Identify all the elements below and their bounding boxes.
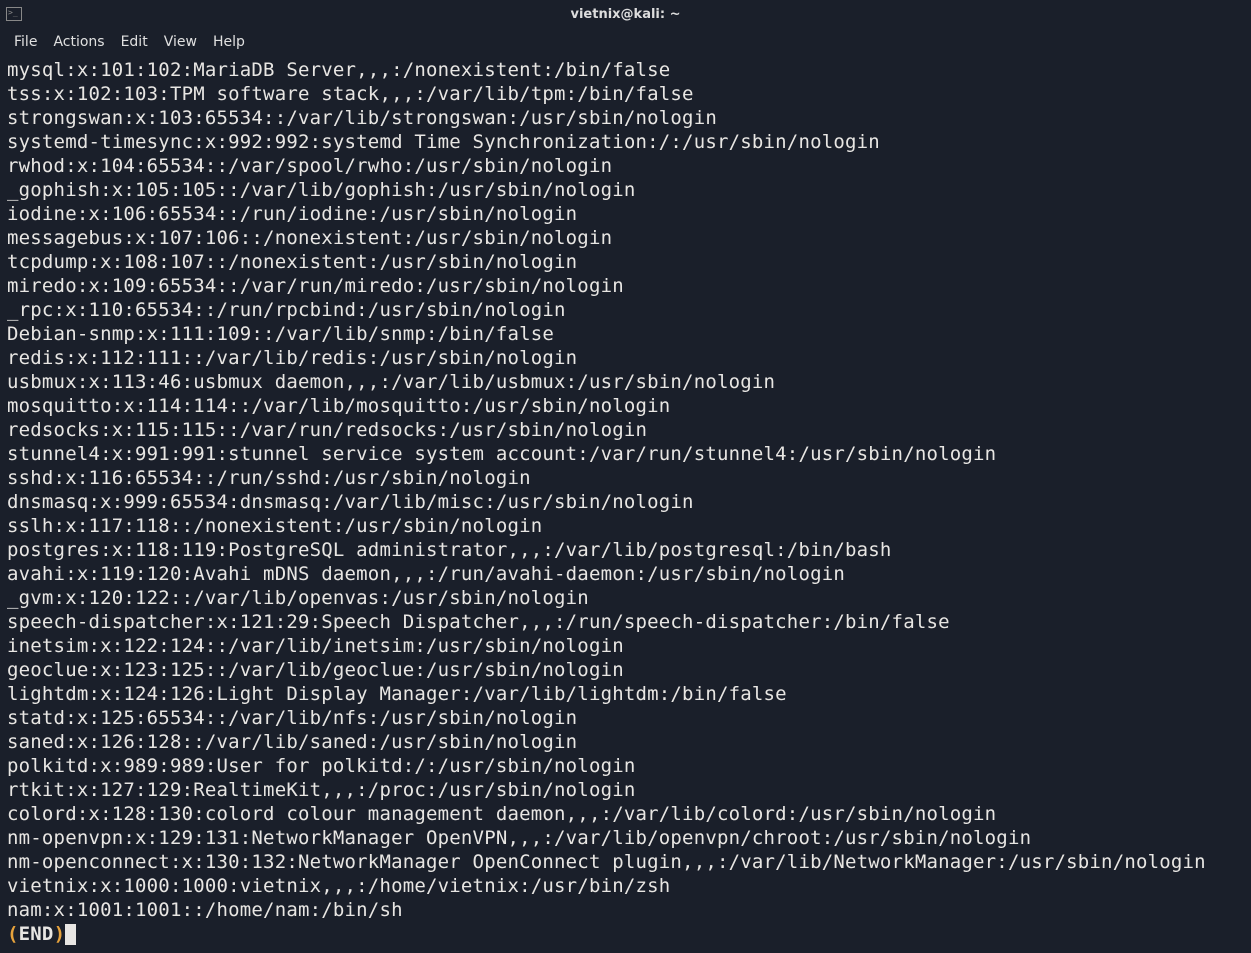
passwd-line: _gvm:x:120:122::/var/lib/openvas:/usr/sb… [7,586,1244,610]
passwd-line: statd:x:125:65534::/var/lib/nfs:/usr/sbi… [7,706,1244,730]
passwd-line: mysql:x:101:102:MariaDB Server,,,:/nonex… [7,58,1244,82]
passwd-line: tcpdump:x:108:107::/nonexistent:/usr/sbi… [7,250,1244,274]
passwd-line: inetsim:x:122:124::/var/lib/inetsim:/usr… [7,634,1244,658]
passwd-line: geoclue:x:123:125::/var/lib/geoclue:/usr… [7,658,1244,682]
passwd-line: redis:x:112:111::/var/lib/redis:/usr/sbi… [7,346,1244,370]
titlebar: vietnix@kali: ~ [0,0,1251,28]
passwd-line: messagebus:x:107:106::/nonexistent:/usr/… [7,226,1244,250]
passwd-line: _rpc:x:110:65534::/run/rpcbind:/usr/sbin… [7,298,1244,322]
passwd-line: postgres:x:118:119:PostgreSQL administra… [7,538,1244,562]
passwd-line: strongswan:x:103:65534::/var/lib/strongs… [7,106,1244,130]
passwd-line: colord:x:128:130:colord colour managemen… [7,802,1244,826]
menu-edit[interactable]: Edit [113,30,156,54]
passwd-line: usbmux:x:113:46:usbmux daemon,,,:/var/li… [7,370,1244,394]
passwd-line: lightdm:x:124:126:Light Display Manager:… [7,682,1244,706]
passwd-line: nm-openconnect:x:130:132:NetworkManager … [7,850,1244,874]
pager-end-marker: (END) [7,923,65,945]
passwd-line: _gophish:x:105:105::/var/lib/gophish:/us… [7,178,1244,202]
menu-file[interactable]: File [6,30,45,54]
menu-help[interactable]: Help [205,30,253,54]
menu-view[interactable]: View [156,30,205,54]
passwd-line: iodine:x:106:65534::/run/iodine:/usr/sbi… [7,202,1244,226]
passwd-line: dnsmasq:x:999:65534:dnsmasq:/var/lib/mis… [7,490,1244,514]
cursor [65,924,76,945]
passwd-line: rwhod:x:104:65534::/var/spool/rwho:/usr/… [7,154,1244,178]
passwd-line: speech-dispatcher:x:121:29:Speech Dispat… [7,610,1244,634]
passwd-line: avahi:x:119:120:Avahi mDNS daemon,,,:/ru… [7,562,1244,586]
menubar: File Actions Edit View Help [0,28,1251,56]
passwd-line: nm-openvpn:x:129:131:NetworkManager Open… [7,826,1244,850]
terminal-icon [6,7,22,21]
passwd-line: nam:x:1001:1001::/home/nam:/bin/sh [7,898,1244,922]
passwd-line: tss:x:102:103:TPM software stack,,,:/var… [7,82,1244,106]
passwd-line: sslh:x:117:118::/nonexistent:/usr/sbin/n… [7,514,1244,538]
passwd-line: polkitd:x:989:989:User for polkitd:/:/us… [7,754,1244,778]
passwd-line: redsocks:x:115:115::/var/run/redsocks:/u… [7,418,1244,442]
passwd-line: rtkit:x:127:129:RealtimeKit,,,:/proc:/us… [7,778,1244,802]
passwd-line: stunnel4:x:991:991:stunnel service syste… [7,442,1244,466]
terminal-output[interactable]: mysql:x:101:102:MariaDB Server,,,:/nonex… [0,56,1251,948]
passwd-line: systemd-timesync:x:992:992:systemd Time … [7,130,1244,154]
passwd-line: miredo:x:109:65534::/var/run/miredo:/usr… [7,274,1244,298]
window-title: vietnix@kali: ~ [570,7,680,22]
passwd-line: Debian-snmp:x:111:109::/var/lib/snmp:/bi… [7,322,1244,346]
passwd-line: sshd:x:116:65534::/run/sshd:/usr/sbin/no… [7,466,1244,490]
menu-actions[interactable]: Actions [45,30,112,54]
passwd-line: mosquitto:x:114:114::/var/lib/mosquitto:… [7,394,1244,418]
passwd-line: saned:x:126:128::/var/lib/saned:/usr/sbi… [7,730,1244,754]
passwd-line: vietnix:x:1000:1000:vietnix,,,:/home/vie… [7,874,1244,898]
